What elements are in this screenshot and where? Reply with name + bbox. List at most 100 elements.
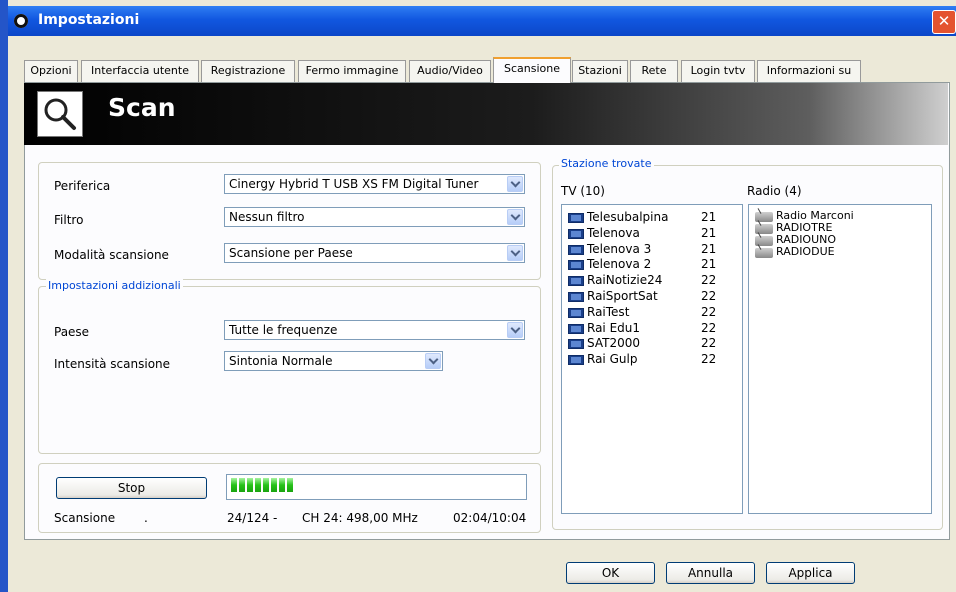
tv-station-channel: 21 xyxy=(701,241,717,256)
stations-found-title: Stazione trovate xyxy=(559,157,654,170)
tv-icon xyxy=(568,323,584,334)
tv-station-name: Telenova xyxy=(587,225,640,240)
applica-button[interactable]: Applica xyxy=(766,562,855,584)
progress-block xyxy=(287,478,293,492)
tv-icon xyxy=(568,355,584,366)
tv-station-row[interactable]: RaiTest 22 xyxy=(568,305,728,321)
scan-time: 02:04/10:04 xyxy=(453,511,527,525)
scan-progress-bar xyxy=(226,474,527,500)
radio-station-row[interactable]: RADIODUE xyxy=(755,245,920,261)
paese-value: Tutte le frequenze xyxy=(229,323,338,337)
intensita-label: Intensità scansione xyxy=(54,357,171,371)
tv-icon xyxy=(568,228,584,239)
additional-settings-title: Impostazioni addizionali xyxy=(46,279,183,292)
tab-audio-video[interactable]: Audio/Video xyxy=(409,60,491,82)
tv-icon xyxy=(568,260,584,271)
tab-informazioni-su[interactable]: Informazioni su xyxy=(757,60,861,82)
progress-block xyxy=(231,478,237,492)
tab-registrazione[interactable]: Registrazione xyxy=(201,60,295,82)
radio-list-header: Radio (4) xyxy=(747,184,802,198)
window-left-edge xyxy=(0,0,8,592)
tab-fermo-immagine[interactable]: Fermo immagine xyxy=(298,60,406,82)
annulla-button[interactable]: Annulla xyxy=(666,562,755,584)
tv-station-channel: 21 xyxy=(701,225,717,240)
tab-interfaccia-utente[interactable]: Interfaccia utente xyxy=(81,60,199,82)
progress-block xyxy=(271,478,277,492)
tv-station-row[interactable]: Telenova 21 xyxy=(568,226,728,242)
stop-button[interactable]: Stop xyxy=(56,477,207,499)
ok-button[interactable]: OK xyxy=(566,562,655,584)
periferica-label: Periferica xyxy=(54,179,111,193)
tv-icon xyxy=(568,339,584,350)
scan-status-dot: . xyxy=(144,511,148,525)
radio-station-name: RADIODUE xyxy=(776,245,835,258)
chevron-down-icon[interactable] xyxy=(507,176,523,192)
modalita-label: Modalità scansione xyxy=(54,248,169,262)
tv-station-name: RaiNotizie24 xyxy=(587,273,663,288)
filtro-label: Filtro xyxy=(54,213,84,227)
progress-block xyxy=(239,478,245,492)
modalita-select[interactable]: Scansione per Paese xyxy=(224,243,525,263)
tv-station-row[interactable]: SAT2000 22 xyxy=(568,336,728,352)
scan-channel: CH 24: 498,00 MHz xyxy=(302,511,418,525)
filtro-select[interactable]: Nessun filtro xyxy=(224,207,525,227)
scan-status-label: Scansione xyxy=(54,511,116,525)
tv-station-row[interactable]: RaiNotizie24 22 xyxy=(568,273,728,289)
tv-station-row[interactable]: RaiSportSat 22 xyxy=(568,289,728,305)
periferica-value: Cinergy Hybrid T USB XS FM Digital Tuner xyxy=(229,177,479,191)
progress-block xyxy=(247,478,253,492)
radio-station-list[interactable]: Radio Marconi RADIOTRE RADIOUNO RADIODUE xyxy=(748,204,932,514)
app-icon xyxy=(14,14,28,28)
intensita-select[interactable]: Sintonia Normale xyxy=(224,351,443,371)
chevron-down-icon[interactable] xyxy=(425,353,441,369)
tab-login-tvtv[interactable]: Login tvtv xyxy=(681,60,755,82)
tab-stazioni[interactable]: Stazioni xyxy=(572,60,628,82)
tv-icon xyxy=(568,292,584,302)
tv-station-name: RaiTest xyxy=(587,304,630,319)
tv-station-list[interactable]: Telesubalpina 21 Telenova 21 Telenova 3 21 Tel… xyxy=(561,204,743,514)
tab-rete[interactable]: Rete xyxy=(630,60,678,82)
close-button[interactable]: ✕ xyxy=(932,10,956,34)
intensita-value: Sintonia Normale xyxy=(229,354,333,368)
tv-station-channel: 22 xyxy=(701,336,717,351)
tv-station-name: Telenova 2 xyxy=(587,257,652,272)
tv-station-row[interactable]: Telesubalpina 21 xyxy=(568,210,728,226)
tv-station-channel: 21 xyxy=(701,257,717,272)
progress-block xyxy=(263,478,269,492)
tab-opzioni[interactable]: Opzioni xyxy=(24,60,78,82)
tv-icon xyxy=(568,307,584,318)
tv-station-channel: 22 xyxy=(701,289,717,303)
scan-banner: Scan xyxy=(24,83,948,145)
tv-station-channel: 22 xyxy=(701,273,717,288)
chevron-down-icon[interactable] xyxy=(507,245,523,261)
tv-station-channel: 22 xyxy=(701,304,717,319)
tv-station-channel: 21 xyxy=(701,210,717,224)
tv-icon xyxy=(568,244,584,255)
chevron-down-icon[interactable] xyxy=(507,209,523,225)
tv-station-name: SAT2000 xyxy=(587,336,640,351)
tv-station-row[interactable]: Telenova 2 21 xyxy=(568,257,728,273)
magnifier-icon xyxy=(37,91,83,137)
tv-station-row[interactable]: Telenova 3 21 xyxy=(568,242,728,258)
tv-station-name: Rai Gulp xyxy=(587,352,638,367)
tv-station-name: Rai Edu1 xyxy=(587,320,641,335)
tv-station-row[interactable]: Rai Edu1 22 xyxy=(568,321,728,337)
paese-select[interactable]: Tutte le frequenze xyxy=(224,320,525,340)
tv-icon xyxy=(568,276,584,287)
progress-block xyxy=(255,478,261,492)
scan-count: 24/124 - xyxy=(227,511,278,525)
chevron-down-icon[interactable] xyxy=(507,322,523,338)
tv-station-name: Telesubalpina xyxy=(587,210,669,224)
tv-list-header: TV (10) xyxy=(561,184,605,198)
tv-station-row[interactable]: Rai Gulp 22 xyxy=(568,352,728,368)
settings-window: Impostazioni ✕ Opzioni Interfaccia utent… xyxy=(0,0,956,592)
tab-scansione[interactable]: Scansione xyxy=(493,57,571,84)
periferica-select[interactable]: Cinergy Hybrid T USB XS FM Digital Tuner xyxy=(224,174,525,194)
paese-label: Paese xyxy=(54,325,90,339)
radio-icon xyxy=(755,248,773,258)
filtro-value: Nessun filtro xyxy=(229,210,305,224)
tv-station-channel: 22 xyxy=(701,352,717,367)
title-bar[interactable]: Impostazioni ✕ xyxy=(8,6,956,36)
modalita-value: Scansione per Paese xyxy=(229,246,353,260)
tv-station-channel: 22 xyxy=(701,320,717,335)
